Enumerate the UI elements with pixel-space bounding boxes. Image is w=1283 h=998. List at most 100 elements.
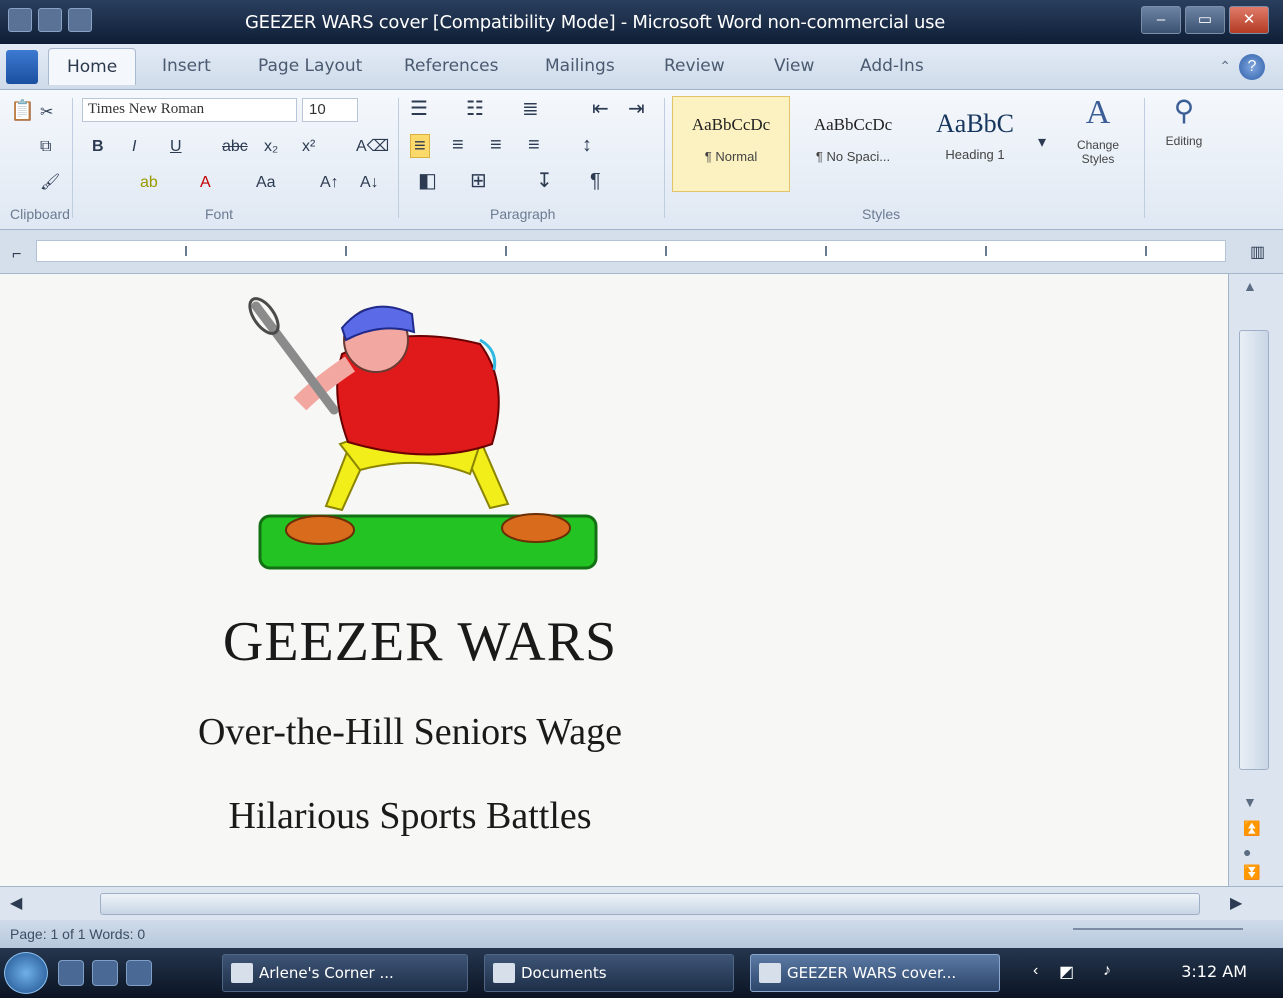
volume-icon[interactable]: ♪: [1103, 962, 1111, 980]
office-button[interactable]: [6, 50, 38, 84]
style-normal[interactable]: AaBbCcDc ¶ Normal: [672, 96, 790, 192]
document-title[interactable]: GEEZER WARS: [0, 610, 840, 674]
cut-icon[interactable]: ✂: [40, 102, 53, 124]
style-heading-1[interactable]: AaBbC Heading 1: [916, 96, 1034, 192]
tab-review[interactable]: Review: [664, 56, 725, 76]
taskbar-button-label: Arlene's Corner ...: [259, 964, 394, 982]
clear-formatting-icon[interactable]: A⌫: [356, 136, 389, 158]
show-desktop-icon[interactable]: [58, 960, 84, 986]
font-name-dropdown[interactable]: Times New Roman: [82, 98, 297, 122]
grow-font-icon[interactable]: A↑: [320, 172, 339, 194]
document-area[interactable]: GEEZER WARS Over-the-Hill Seniors Wage H…: [0, 274, 1228, 886]
font-size-dropdown[interactable]: 10: [302, 98, 358, 122]
show-formatting-icon[interactable]: ¶: [590, 170, 601, 192]
document-subtitle-line2[interactable]: Hilarious Sports Battles: [0, 794, 820, 838]
maximize-button[interactable]: ▭: [1185, 6, 1225, 34]
tray-expand-icon[interactable]: ‹: [1033, 962, 1038, 980]
format-painter-icon[interactable]: 🖌: [40, 172, 60, 194]
word-app-icon[interactable]: [8, 8, 32, 32]
ruler-tick: [825, 246, 827, 256]
font-color-icon[interactable]: A: [200, 172, 211, 194]
help-icon[interactable]: ?: [1239, 54, 1265, 80]
tab-selector-icon[interactable]: ⌐: [12, 244, 21, 266]
vertical-scrollbar[interactable]: ▲ ▼ ⏫ ● ⏬: [1228, 274, 1283, 886]
folder-icon: [231, 963, 253, 983]
shrink-font-icon[interactable]: A↓: [360, 172, 379, 194]
tab-view[interactable]: View: [774, 56, 814, 76]
document-page[interactable]: GEEZER WARS Over-the-Hill Seniors Wage H…: [0, 274, 1228, 886]
baseball-batter-clipart[interactable]: [230, 294, 620, 584]
borders-icon[interactable]: ⊞: [470, 170, 487, 192]
network-icon[interactable]: ◩: [1059, 962, 1074, 982]
tab-mailings[interactable]: Mailings: [545, 56, 615, 76]
superscript-icon[interactable]: x²: [302, 136, 315, 158]
horizontal-ruler[interactable]: ⌐ ▥: [0, 230, 1283, 274]
select-browse-object-icon[interactable]: ●: [1243, 844, 1251, 860]
taskbar-button[interactable]: Documents: [484, 954, 734, 992]
vertical-scroll-thumb[interactable]: [1239, 330, 1269, 770]
tab-references[interactable]: References: [404, 56, 498, 76]
strikethrough-icon[interactable]: abc: [222, 136, 248, 158]
status-page-info[interactable]: Page: 1 of 1 Words: 0: [10, 926, 145, 942]
multilevel-list-icon[interactable]: ≣: [522, 98, 539, 120]
internet-explorer-icon[interactable]: [92, 960, 118, 986]
zoom-slider[interactable]: [1073, 928, 1243, 938]
increase-indent-icon[interactable]: ⇥: [628, 98, 645, 120]
editing-button[interactable]: ⚲ Editing: [1150, 94, 1218, 194]
underline-icon[interactable]: U: [170, 136, 182, 158]
style-no-spacing[interactable]: AaBbCcDc ¶ No Spaci...: [794, 96, 912, 192]
clock[interactable]: 3:12 AM: [1181, 962, 1247, 981]
shading-icon[interactable]: ◧: [418, 170, 437, 192]
view-ruler-icon[interactable]: ▥: [1250, 242, 1265, 264]
copy-icon[interactable]: ⧉: [40, 136, 51, 158]
scroll-right-icon[interactable]: ▶: [1230, 893, 1242, 915]
window-switcher-icon[interactable]: [126, 960, 152, 986]
ruler-tick: [345, 246, 347, 256]
tab-home[interactable]: Home: [48, 48, 137, 85]
start-button[interactable]: [4, 952, 48, 994]
tab-insert[interactable]: Insert: [162, 56, 211, 76]
scroll-up-icon[interactable]: ▲: [1243, 278, 1257, 294]
save-icon[interactable]: [38, 8, 62, 32]
bullets-icon[interactable]: ☰: [410, 98, 428, 120]
highlight-color-icon[interactable]: ab: [140, 172, 158, 194]
editing-label: Editing: [1165, 134, 1203, 148]
align-left-icon[interactable]: ≡: [410, 134, 430, 158]
change-case-icon[interactable]: Aa: [256, 172, 276, 194]
minimize-button[interactable]: –: [1141, 6, 1181, 34]
scroll-left-icon[interactable]: ◀: [10, 893, 22, 915]
ruler-tick: [665, 246, 667, 256]
align-right-icon[interactable]: ≡: [490, 134, 502, 156]
taskbar-button-active[interactable]: GEEZER WARS cover...: [750, 954, 1000, 992]
subscript-icon[interactable]: x₂: [264, 136, 278, 158]
document-subtitle-line1[interactable]: Over-the-Hill Seniors Wage: [0, 710, 820, 754]
group-label-clipboard: Clipboard: [10, 206, 70, 222]
align-center-icon[interactable]: ≡: [452, 134, 464, 156]
ruler-tick: [1145, 246, 1147, 256]
horizontal-scrollbar[interactable]: ◀ ▶: [0, 886, 1283, 920]
decrease-indent-icon[interactable]: ⇤: [592, 98, 609, 120]
sort-icon[interactable]: ↧: [536, 170, 553, 192]
close-button[interactable]: ✕: [1229, 6, 1269, 34]
previous-page-icon[interactable]: ⏫: [1243, 820, 1260, 837]
group-divider: [664, 98, 665, 218]
numbering-icon[interactable]: ☷: [466, 98, 484, 120]
tab-add-ins[interactable]: Add-Ins: [860, 56, 924, 76]
word-doc-icon: [759, 963, 781, 983]
styles-more-icon[interactable]: ▾: [1038, 132, 1046, 154]
justify-icon[interactable]: ≡: [528, 134, 540, 156]
ribbon-tab-bar: Home Insert Page Layout References Maili…: [0, 44, 1283, 90]
minimize-ribbon-icon[interactable]: ⌃: [1219, 58, 1231, 75]
change-styles-button[interactable]: A Change Styles: [1064, 94, 1132, 194]
next-page-icon[interactable]: ⏬: [1243, 864, 1260, 881]
paste-icon[interactable]: 📋: [10, 100, 35, 122]
horizontal-scroll-thumb[interactable]: [100, 893, 1200, 915]
tab-page-layout[interactable]: Page Layout: [258, 56, 362, 76]
undo-icon[interactable]: [68, 8, 92, 32]
italic-icon[interactable]: I: [132, 136, 136, 158]
line-spacing-icon[interactable]: ↕: [582, 134, 592, 156]
taskbar-button[interactable]: Arlene's Corner ...: [222, 954, 468, 992]
scroll-down-icon[interactable]: ▼: [1243, 794, 1257, 810]
bold-icon[interactable]: B: [92, 136, 104, 158]
window-controls: – ▭ ✕: [1141, 6, 1269, 34]
